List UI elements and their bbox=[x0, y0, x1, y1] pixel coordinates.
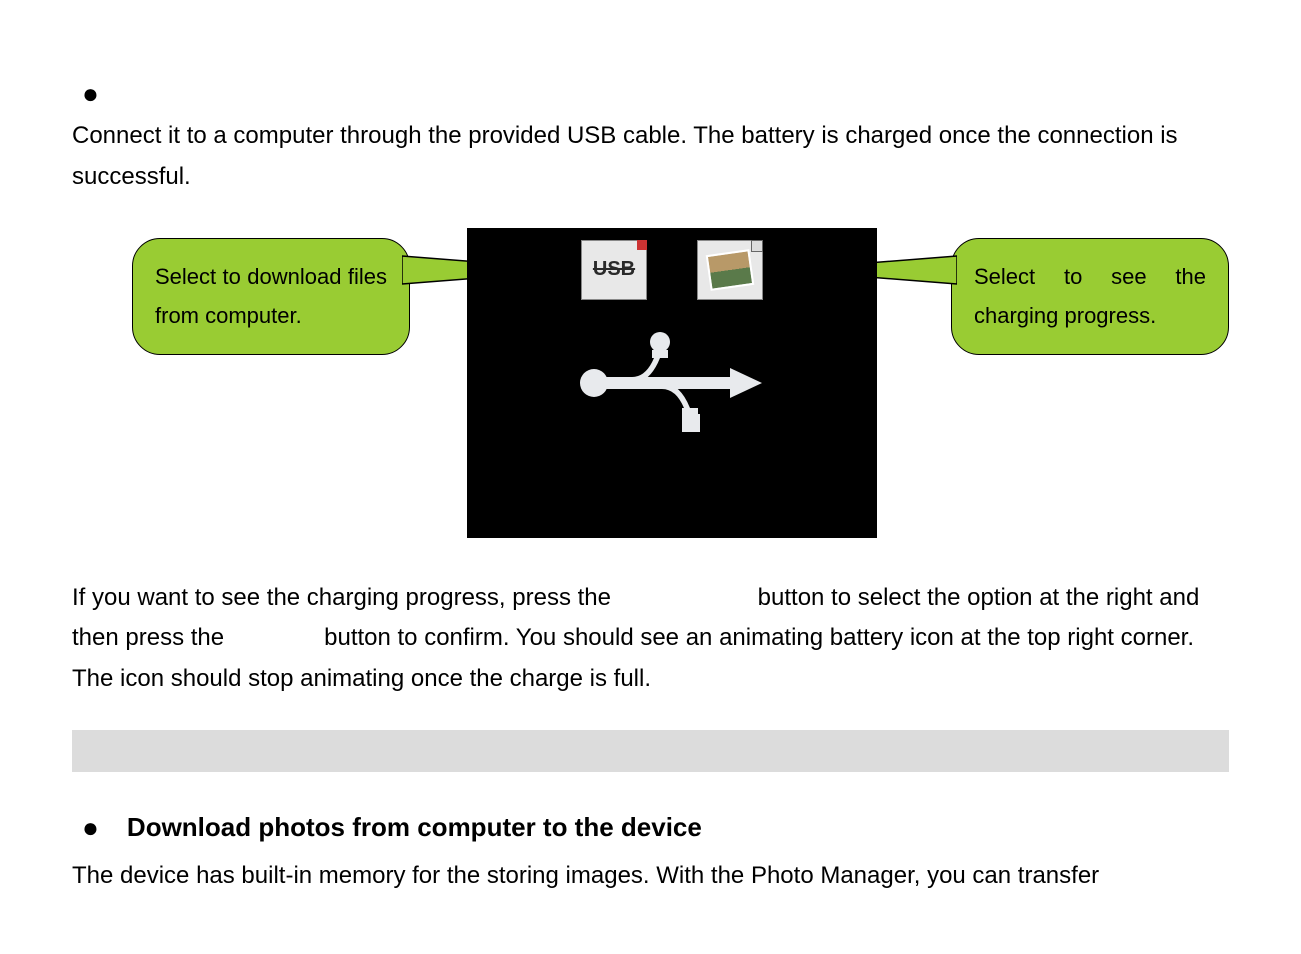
callout-left-text: Select to download files from computer. bbox=[155, 264, 387, 329]
heading-bullet-icon: ● bbox=[82, 812, 99, 844]
photo-thumbnail bbox=[706, 249, 755, 291]
usb-trident-icon bbox=[572, 328, 772, 438]
heading-row: ● Download photos from computer to the d… bbox=[82, 812, 1229, 844]
usb-mode-icon: USB bbox=[581, 240, 647, 300]
section-divider bbox=[72, 730, 1229, 772]
photo-mode-icon bbox=[697, 240, 763, 300]
callout-left: Select to download files from computer. bbox=[132, 238, 410, 355]
section-heading: Download photos from computer to the dev… bbox=[127, 812, 702, 843]
usb-icon-label: USB bbox=[593, 258, 635, 281]
charging-paragraph: If you want to see the charging progress… bbox=[72, 578, 1229, 700]
callout-right: Select to see the charging progress. bbox=[951, 238, 1229, 355]
document-content: ● Connect it to a computer through the p… bbox=[0, 0, 1301, 897]
bullet-marker: ● bbox=[82, 80, 1229, 108]
figure-area: Select to download files from computer. … bbox=[72, 228, 1229, 548]
download-paragraph: The device has built-in memory for the s… bbox=[72, 856, 1229, 897]
callout-right-text: Select to see the charging progress. bbox=[974, 264, 1206, 329]
screen-icons-row: USB bbox=[467, 240, 877, 300]
intro-paragraph: Connect it to a computer through the pro… bbox=[72, 116, 1229, 198]
device-screen: USB bbox=[467, 228, 877, 538]
